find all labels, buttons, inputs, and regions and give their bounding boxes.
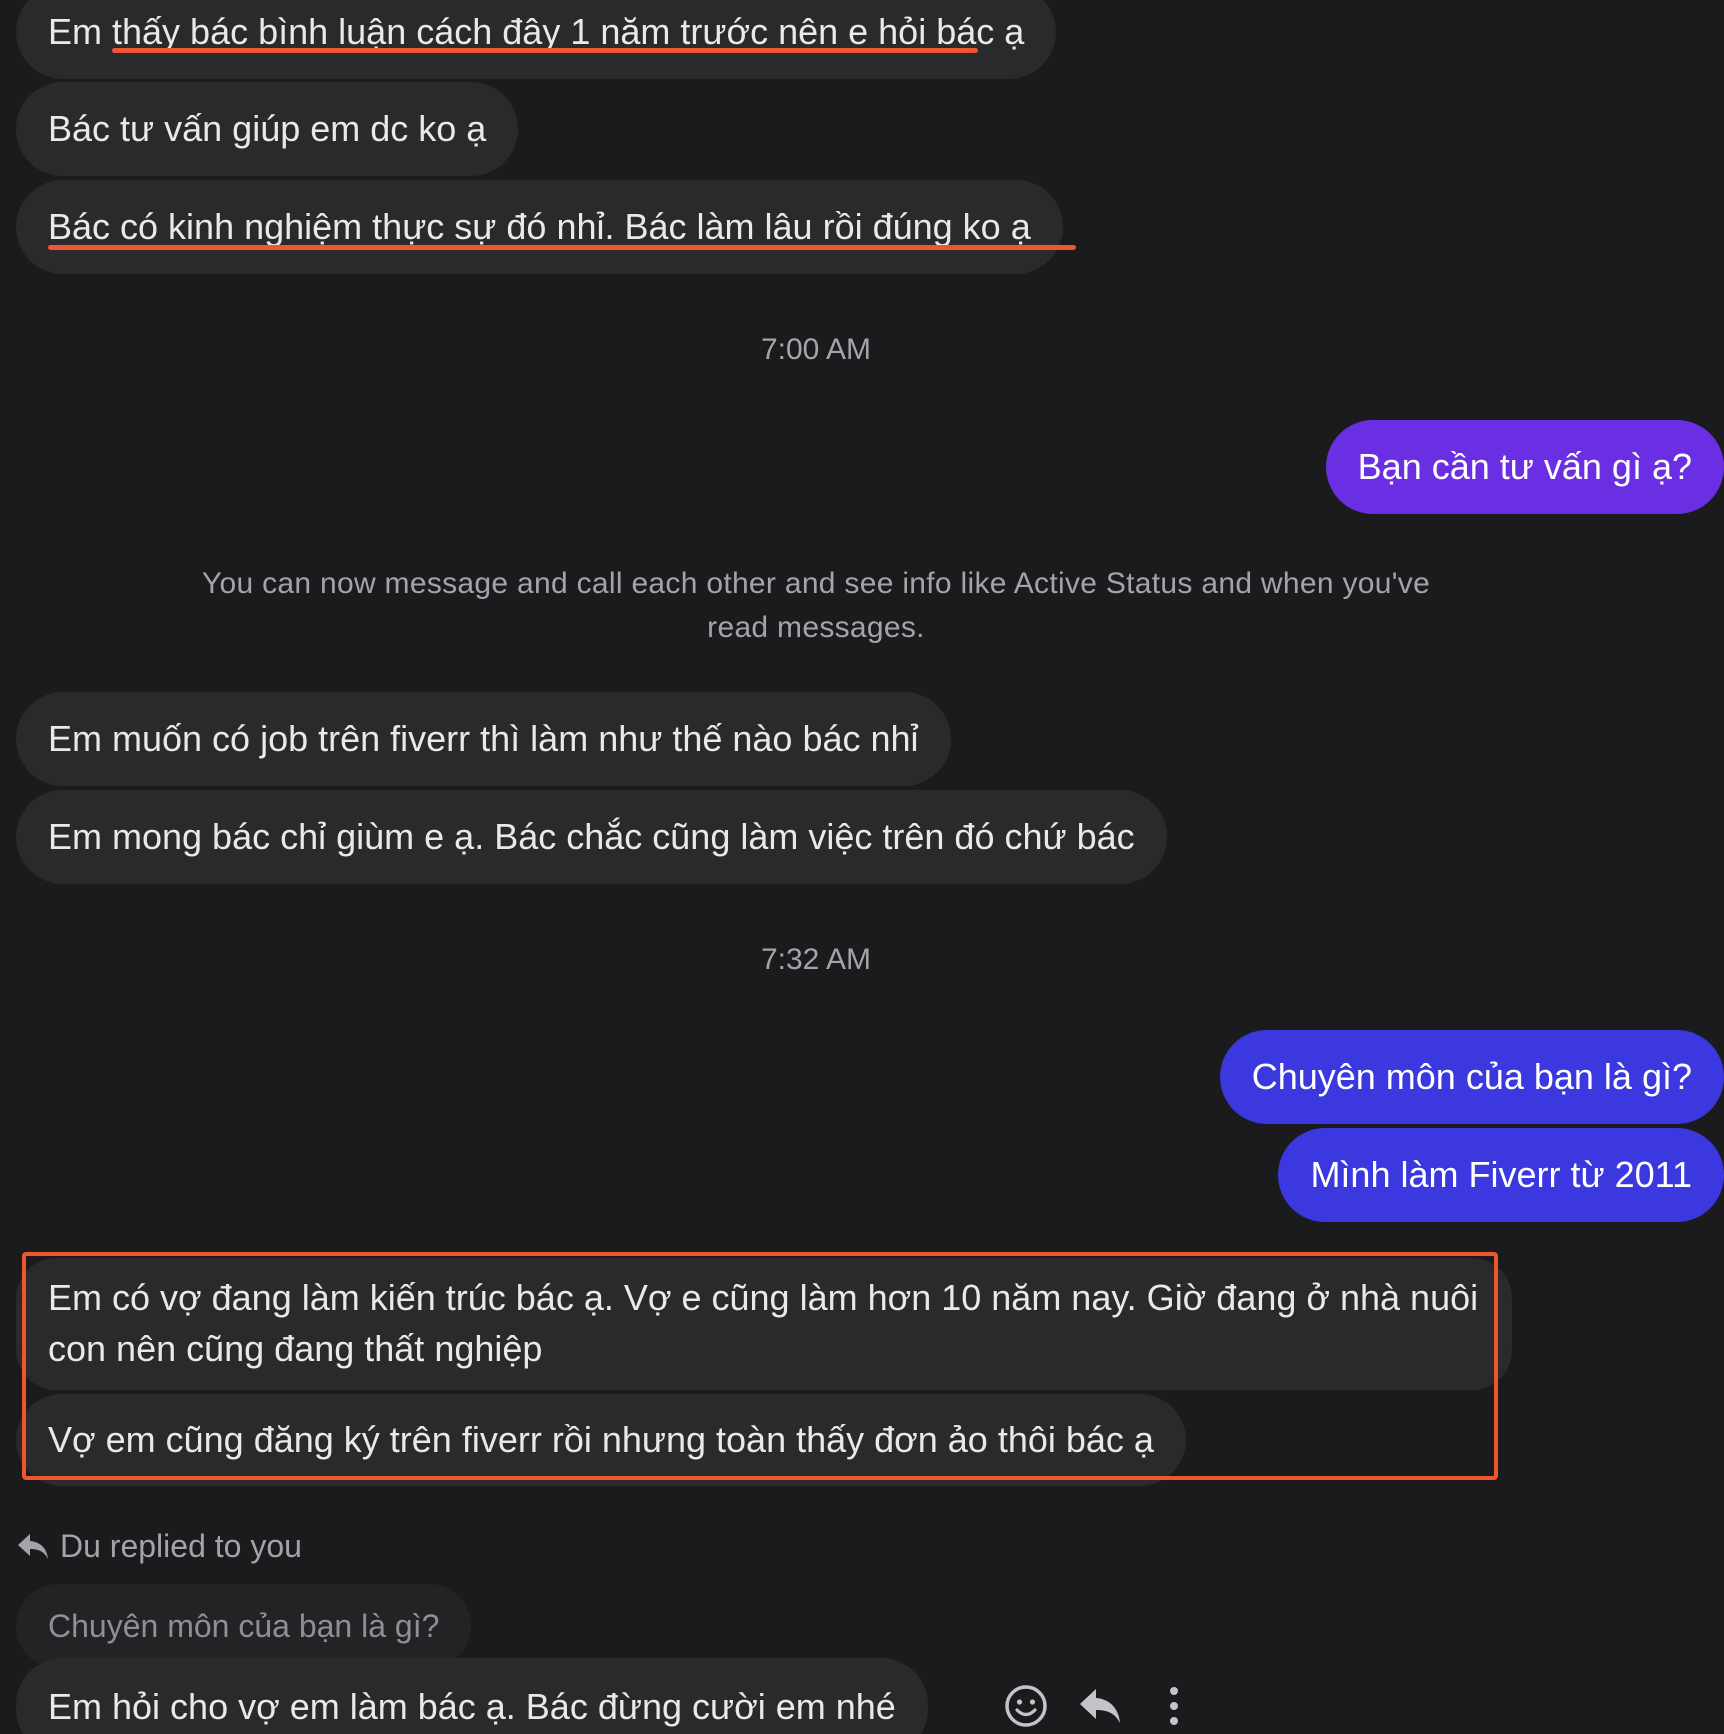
message-text: Bác tư vấn giúp em dc ko ạ — [48, 108, 487, 149]
quoted-message[interactable]: Chuyên môn của bạn là gì? — [16, 1584, 472, 1668]
message-text: Mình làm Fiverr từ 2011 — [1310, 1154, 1692, 1195]
message-bubble-incoming[interactable]: Vợ em cũng đăng ký trên fiverr rồi nhưng… — [16, 1394, 1186, 1486]
message-bubble-incoming[interactable]: Em mong bác chỉ giùm e ạ. Bác chắc cũng … — [16, 790, 1167, 884]
message-text: Bác có kinh nghiệm thực sự đó nhỉ. Bác l… — [48, 206, 1031, 247]
message-text: Em mong bác chỉ giùm e ạ. Bác chắc cũng … — [48, 816, 1135, 857]
reply-arrow-icon — [18, 1533, 48, 1559]
message-bubble-incoming[interactable]: Em có vợ đang làm kiến trúc bác ạ. Vợ e … — [16, 1258, 1512, 1390]
message-bubble-outgoing[interactable]: Mình làm Fiverr từ 2011 — [1278, 1128, 1724, 1222]
system-notice: You can now message and call each other … — [201, 567, 1431, 644]
react-button[interactable] — [996, 1676, 1056, 1734]
timestamp: 7:32 AM — [760, 943, 872, 976]
message-bubble-outgoing[interactable]: Bạn cần tư vấn gì ạ? — [1325, 420, 1724, 514]
more-vertical-icon — [1170, 1687, 1178, 1725]
quoted-text: Chuyên môn của bạn là gì? — [48, 1607, 440, 1644]
annotation-underline — [48, 245, 1076, 250]
message-actions — [996, 1672, 1204, 1734]
reply-button[interactable] — [1070, 1676, 1130, 1734]
message-text: Em hỏi cho vợ em làm bác ạ. Bác đừng cườ… — [48, 1686, 896, 1727]
message-bubble-incoming[interactable]: Bác có kinh nghiệm thực sự đó nhỉ. Bác l… — [16, 180, 1063, 274]
message-bubble-outgoing[interactable]: Chuyên môn của bạn là gì? — [1219, 1030, 1724, 1124]
message-bubble-incoming[interactable]: Bác tư vấn giúp em dc ko ạ — [16, 82, 519, 176]
message-bubble-incoming[interactable]: Em hỏi cho vợ em làm bác ạ. Bác đừng cườ… — [16, 1658, 928, 1734]
message-bubble-incoming[interactable]: Em thấy bác bình luận cách đây 1 năm trư… — [16, 0, 1057, 79]
reply-header-text: Du replied to you — [60, 1528, 302, 1564]
smiley-icon — [1005, 1685, 1047, 1727]
message-bubble-incoming[interactable]: Em muốn có job trên fiverr thì làm như t… — [16, 692, 951, 786]
reply-header: Du replied to you — [16, 1528, 302, 1565]
reply-arrow-icon — [1080, 1689, 1120, 1723]
message-text: Em có vợ đang làm kiến trúc bác ạ. Vợ e … — [48, 1277, 1479, 1369]
message-text: Em thấy bác bình luận cách đây 1 năm trư… — [48, 11, 1025, 52]
timestamp: 7:00 AM — [760, 333, 872, 366]
message-text: Em muốn có job trên fiverr thì làm như t… — [48, 718, 919, 759]
message-text: Bạn cần tư vấn gì ạ? — [1357, 446, 1692, 487]
more-options-button[interactable] — [1144, 1676, 1204, 1734]
message-text: Chuyên môn của bạn là gì? — [1251, 1056, 1692, 1097]
message-text: Vợ em cũng đăng ký trên fiverr rồi nhưng… — [48, 1419, 1154, 1460]
annotation-underline — [112, 48, 978, 53]
chat-thread[interactable]: Em thấy bác bình luận cách đây 1 năm trư… — [0, 0, 1724, 1734]
